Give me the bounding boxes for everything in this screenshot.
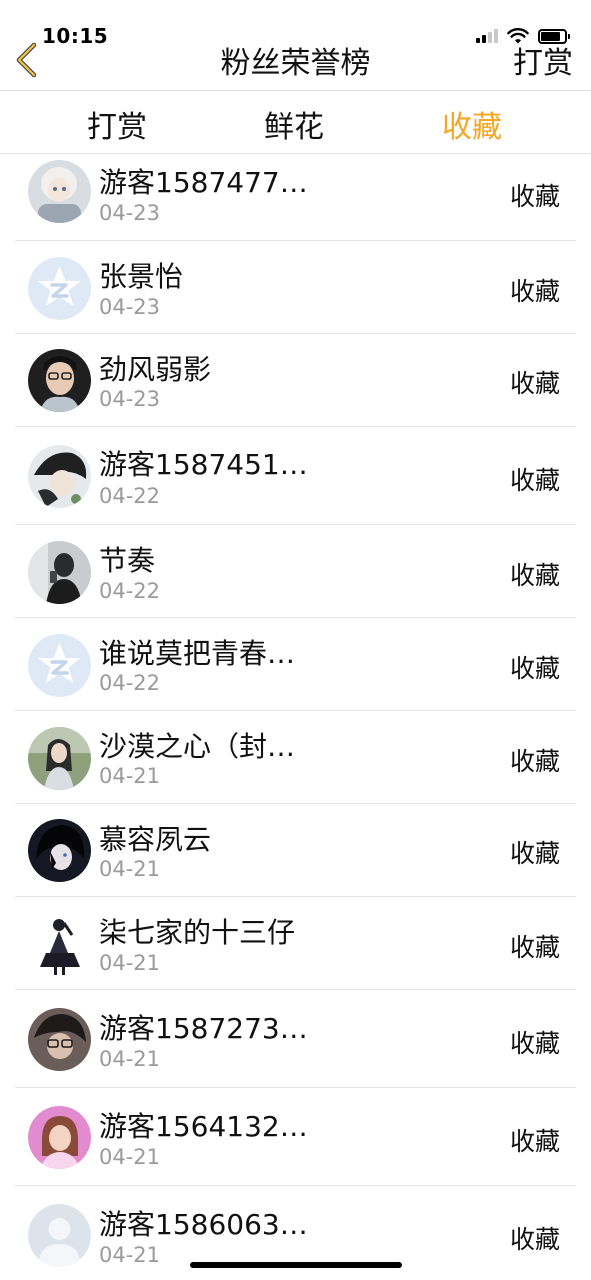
avatar xyxy=(28,541,91,604)
fan-name: 游客1564132… xyxy=(99,1110,308,1143)
fan-action: 收藏 xyxy=(509,1225,560,1254)
avatar xyxy=(28,634,91,697)
fan-action: 收藏 xyxy=(509,466,560,495)
reward-button[interactable]: 打赏 xyxy=(513,38,573,82)
fan-action: 收藏 xyxy=(509,369,560,398)
anime-character-avatar xyxy=(28,819,91,882)
status-time: 10:15 xyxy=(42,24,109,48)
list-item[interactable]: 慕容夙云 04-21 收藏 xyxy=(15,804,576,897)
avatar xyxy=(28,349,91,412)
tab-reward[interactable]: 打赏 xyxy=(57,102,177,146)
signal-icon xyxy=(474,29,498,43)
fan-date: 04-22 xyxy=(99,579,161,603)
list-item[interactable]: 游客1587273… 04-21 收藏 xyxy=(15,990,576,1088)
fan-action: 收藏 xyxy=(509,654,560,683)
list-item[interactable]: 游客1587477… 04-23 收藏 xyxy=(15,154,576,241)
anime-character-avatar xyxy=(28,160,91,223)
fan-name: 慕容夙云 xyxy=(99,823,212,856)
fan-name: 游客1586063… xyxy=(99,1208,308,1241)
list-item[interactable]: 谁说莫把青春… 04-22 收藏 xyxy=(15,618,576,711)
tab-favorites[interactable]: 收藏 xyxy=(412,102,532,146)
fan-name: 劲风弱影 xyxy=(99,353,212,386)
fan-name: 沙漠之心（封… xyxy=(99,730,296,763)
fan-name: 张景怡 xyxy=(99,260,184,293)
list-item[interactable]: 劲风弱影 04-23 收藏 xyxy=(15,334,576,427)
nav-bar: 10:15 粉丝荣誉榜 打赏 xyxy=(0,0,591,91)
list-item[interactable]: 张景怡 04-23 收藏 xyxy=(15,241,576,334)
fan-name: 谁说莫把青春… xyxy=(99,637,296,670)
fan-date: 04-21 xyxy=(99,951,161,975)
fan-action: 收藏 xyxy=(509,1127,560,1156)
fan-date: 04-22 xyxy=(99,484,161,508)
fan-list: 游客1587477… 04-23 收藏 张景怡 04-23 收藏 劲风弱影 04… xyxy=(0,154,591,1280)
fan-action: 收藏 xyxy=(509,1029,560,1058)
list-item[interactable]: 沙漠之心（封… 04-21 收藏 xyxy=(15,711,576,804)
fan-date: 04-21 xyxy=(99,1145,161,1169)
fan-name: 游客1587451… xyxy=(99,448,308,481)
default-qzone-avatar xyxy=(28,257,91,320)
fan-date: 04-21 xyxy=(99,1243,161,1267)
fan-action: 收藏 xyxy=(509,277,560,306)
fan-date: 04-21 xyxy=(99,1047,161,1071)
avatar xyxy=(28,1106,91,1169)
avatar xyxy=(28,727,91,790)
person-pink-avatar xyxy=(28,1106,91,1169)
anime-character-avatar xyxy=(28,1008,91,1071)
fan-date: 04-22 xyxy=(99,671,161,695)
fan-action: 收藏 xyxy=(509,561,560,590)
person-glasses-avatar xyxy=(28,349,91,412)
tab-flowers[interactable]: 鲜花 xyxy=(234,102,354,146)
fan-date: 04-21 xyxy=(99,764,161,788)
avatar xyxy=(28,160,91,223)
list-item[interactable]: 游客1564132… 04-21 收藏 xyxy=(15,1088,576,1186)
list-item[interactable]: 柒七家的十三仔 04-21 收藏 xyxy=(15,897,576,990)
home-indicator[interactable] xyxy=(190,1262,402,1268)
fan-name: 节奏 xyxy=(99,544,156,577)
list-item[interactable]: 游客1587451… 04-22 收藏 xyxy=(15,427,576,525)
list-item[interactable]: 节奏 04-22 收藏 xyxy=(15,525,576,618)
fan-date: 04-21 xyxy=(99,857,161,881)
default-user-avatar xyxy=(28,1204,91,1267)
fan-date: 04-23 xyxy=(99,295,161,319)
avatar xyxy=(28,819,91,882)
tab-bar: 打赏 鲜花 收藏 xyxy=(0,92,591,154)
fan-name: 游客1587273… xyxy=(99,1012,308,1045)
fan-name: 柒七家的十三仔 xyxy=(99,916,296,949)
fan-name: 游客1587477… xyxy=(99,166,308,199)
fan-action: 收藏 xyxy=(509,839,560,868)
avatar xyxy=(28,257,91,320)
anime-figure-avatar xyxy=(28,913,91,976)
back-button[interactable] xyxy=(10,40,44,80)
chevron-left-icon xyxy=(16,42,37,78)
fan-date: 04-23 xyxy=(99,201,161,225)
person-selfie-avatar xyxy=(28,541,91,604)
avatar xyxy=(28,445,91,508)
avatar xyxy=(28,1008,91,1071)
person-outdoor-avatar xyxy=(28,727,91,790)
default-qzone-avatar xyxy=(28,634,91,697)
fan-action: 收藏 xyxy=(509,182,560,211)
avatar xyxy=(28,913,91,976)
fan-action: 收藏 xyxy=(509,933,560,962)
fan-action: 收藏 xyxy=(509,747,560,776)
fan-date: 04-23 xyxy=(99,387,161,411)
anime-character-avatar xyxy=(28,445,91,508)
avatar xyxy=(28,1204,91,1267)
